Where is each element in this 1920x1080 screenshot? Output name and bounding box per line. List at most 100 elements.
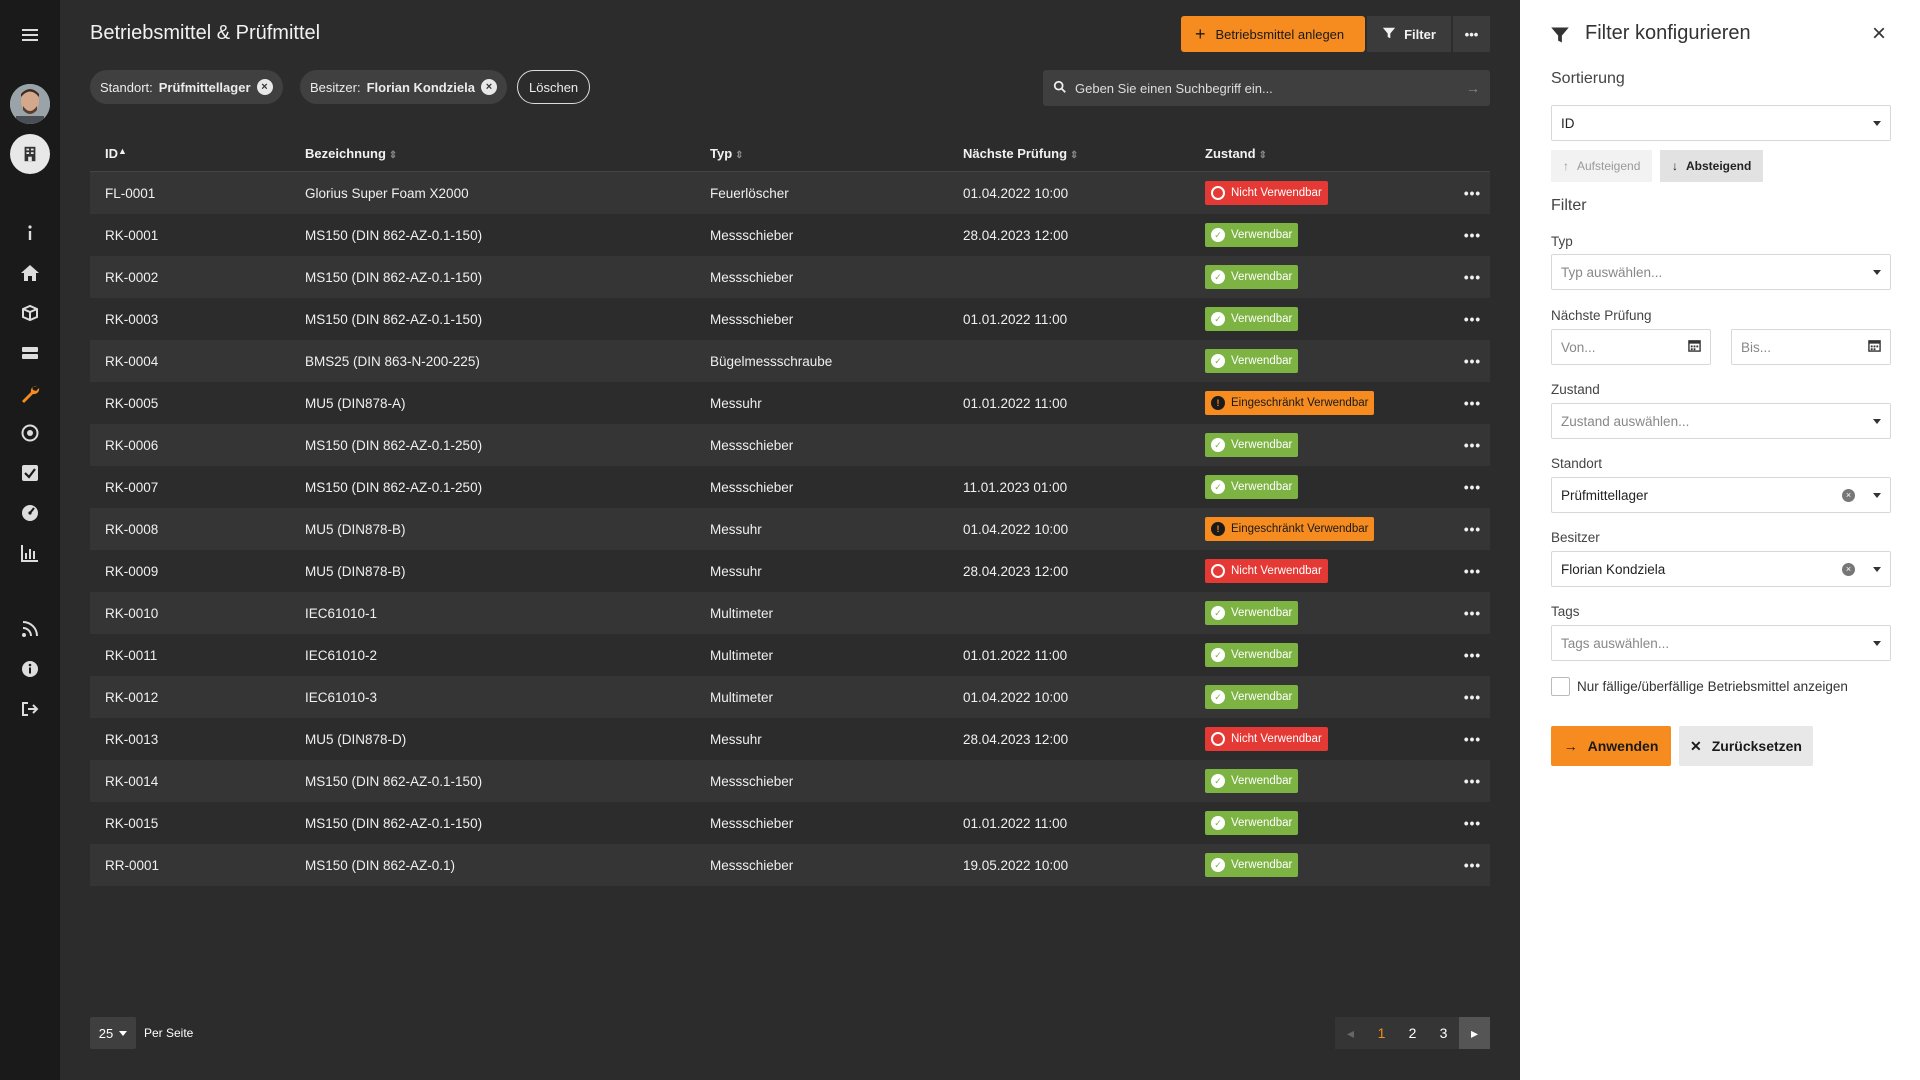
row-actions-button[interactable]: ••• xyxy=(1455,858,1490,873)
cell-typ: Messschieber xyxy=(710,479,794,495)
page-button[interactable]: 2 xyxy=(1397,1017,1428,1049)
sort-ascending-button[interactable]: ↑ Aufsteigend xyxy=(1551,150,1653,182)
row-actions-button[interactable]: ••• xyxy=(1455,270,1490,285)
row-actions-button[interactable]: ••• xyxy=(1455,186,1490,201)
row-actions-button[interactable]: ••• xyxy=(1455,606,1490,621)
row-actions-button[interactable]: ••• xyxy=(1455,774,1490,789)
menu-icon[interactable] xyxy=(0,24,60,46)
clear-filters-button[interactable]: Löschen xyxy=(517,70,591,104)
row-actions-button[interactable]: ••• xyxy=(1455,732,1490,747)
target-icon[interactable] xyxy=(0,422,60,444)
col-header-id[interactable]: ID▲ xyxy=(90,146,305,161)
next-page-icon[interactable]: ▸ xyxy=(1459,1017,1490,1049)
col-header-bezeichnung[interactable]: Bezeichnung ⇕ xyxy=(305,146,710,161)
row-actions-button[interactable]: ••• xyxy=(1455,690,1490,705)
filter-button[interactable]: Filter xyxy=(1367,16,1451,52)
remove-chip-icon[interactable]: × xyxy=(256,79,273,95)
check-circle-icon: ✓ xyxy=(1211,228,1225,242)
calendar-icon[interactable] xyxy=(1688,339,1701,355)
table-body: FL-0001 Glorius Super Foam X2000 Feuerlösc… xyxy=(90,172,1490,886)
apply-button[interactable]: → Anwenden xyxy=(1551,726,1671,766)
table-row[interactable]: RK-0015 MS150 (DIN 862-AZ-0.1-150) Messsch… xyxy=(90,802,1490,844)
col-header-zustand[interactable]: Zustand ⇕ xyxy=(1205,146,1455,161)
checkbox-icon[interactable] xyxy=(0,462,60,484)
wrench-icon[interactable] xyxy=(0,382,60,404)
search-icon xyxy=(1053,80,1067,97)
zustand-select[interactable]: Zustand auswählen... xyxy=(1551,403,1891,439)
typ-select[interactable]: Typ auswählen... xyxy=(1551,254,1891,290)
cell-id: RK-0009 xyxy=(105,563,159,579)
table-row[interactable]: RK-0003 MS150 (DIN 862-AZ-0.1-150) Messsch… xyxy=(90,298,1490,340)
table-row[interactable]: RK-0001 MS150 (DIN 862-AZ-0.1-150) Messsch… xyxy=(90,214,1490,256)
col-header-typ[interactable]: Typ ⇕ xyxy=(710,146,963,161)
row-actions-button[interactable]: ••• xyxy=(1455,354,1490,369)
cell-bezeichnung: MS150 (DIN 862-AZ-0.1-150) xyxy=(305,311,483,327)
ban-icon xyxy=(1211,564,1225,578)
table-row[interactable]: FL-0001 Glorius Super Foam X2000 Feuerlösc… xyxy=(90,172,1490,214)
prev-page-icon[interactable]: ◂ xyxy=(1335,1017,1366,1049)
row-actions-button[interactable]: ••• xyxy=(1455,816,1490,831)
page-button[interactable]: 3 xyxy=(1428,1017,1459,1049)
boxes-icon[interactable] xyxy=(0,302,60,324)
chip-value: Florian Kondziela xyxy=(366,79,475,95)
status-label: Eingeschränkt Verwendbar xyxy=(1231,523,1369,535)
table-row[interactable]: RK-0012 IEC61010-3 Multimeter 01.04.2022 10… xyxy=(90,676,1490,718)
gauge-icon[interactable] xyxy=(0,502,60,524)
reset-button[interactable]: ✕ Zurücksetzen xyxy=(1679,726,1813,766)
info-icon[interactable] xyxy=(0,222,60,244)
row-actions-button[interactable]: ••• xyxy=(1455,312,1490,327)
avatar[interactable] xyxy=(10,84,50,124)
cell-bezeichnung: IEC61010-1 xyxy=(305,605,378,621)
sort-descending-button[interactable]: ↓ Absteigend xyxy=(1660,150,1764,182)
create-button[interactable]: + Betriebsmittel anlegen xyxy=(1181,16,1365,52)
server-icon[interactable] xyxy=(0,342,60,364)
col-header-naechste-pruefung[interactable]: Nächste Prüfung ⇕ xyxy=(963,146,1205,161)
date-to-input[interactable]: Bis... xyxy=(1731,329,1891,365)
table-row[interactable]: RK-0006 MS150 (DIN 862-AZ-0.1-250) Messsch… xyxy=(90,424,1490,466)
building-icon[interactable] xyxy=(10,134,50,174)
status-badge: ! Eingeschränkt Verwendbar xyxy=(1205,391,1375,415)
row-actions-button[interactable]: ••• xyxy=(1455,438,1490,453)
due-only-checkbox[interactable] xyxy=(1551,677,1570,696)
table-row[interactable]: RR-0001 MS150 (DIN 862-AZ-0.1) Messschiebe… xyxy=(90,844,1490,886)
table-row[interactable]: RK-0007 MS150 (DIN 862-AZ-0.1-250) Messsch… xyxy=(90,466,1490,508)
remove-chip-icon[interactable]: × xyxy=(480,79,497,95)
arrow-right-icon[interactable]: → xyxy=(1466,80,1480,96)
search-input[interactable]: Geben Sie einen Suchbegriff ein... → xyxy=(1043,70,1490,106)
reset-button-label: Zurücksetzen xyxy=(1711,738,1802,754)
calendar-icon[interactable] xyxy=(1868,339,1881,355)
table-row[interactable]: RK-0008 MU5 (DIN878-B) Messuhr 01.04.2022 1… xyxy=(90,508,1490,550)
home-icon[interactable] xyxy=(0,262,60,284)
per-page-select[interactable]: 25 xyxy=(90,1017,136,1049)
table-row[interactable]: RK-0002 MS150 (DIN 862-AZ-0.1-150) Messsch… xyxy=(90,256,1490,298)
table-row[interactable]: RK-0009 MU5 (DIN878-B) Messuhr 28.04.2023 1… xyxy=(90,550,1490,592)
logout-icon[interactable] xyxy=(0,698,60,720)
date-from-input[interactable]: Von... xyxy=(1551,329,1711,365)
page-button[interactable]: 1 xyxy=(1366,1017,1397,1049)
row-actions-button[interactable]: ••• xyxy=(1455,648,1490,663)
besitzer-select[interactable]: Florian Kondziela × xyxy=(1551,551,1891,587)
table-row[interactable]: RK-0011 IEC61010-2 Multimeter 01.01.2022 11… xyxy=(90,634,1490,676)
clear-icon[interactable]: × xyxy=(1842,488,1855,502)
clear-icon[interactable]: × xyxy=(1842,562,1855,576)
standort-select[interactable]: Prüfmittellager × xyxy=(1551,477,1891,513)
table-row[interactable]: RK-0005 MU5 (DIN878-A) Messuhr 01.01.2022 1… xyxy=(90,382,1490,424)
table-row[interactable]: RK-0010 IEC61010-1 Multimeter ✓ Verwendbar ••… xyxy=(90,592,1490,634)
row-actions-button[interactable]: ••• xyxy=(1455,228,1490,243)
info-circle-icon[interactable] xyxy=(0,658,60,680)
tags-select[interactable]: Tags auswählen... xyxy=(1551,625,1891,661)
table-row[interactable]: RK-0014 MS150 (DIN 862-AZ-0.1-150) Messsch… xyxy=(90,760,1490,802)
status-label: Verwendbar xyxy=(1231,229,1293,241)
row-actions-button[interactable]: ••• xyxy=(1455,522,1490,537)
row-actions-button[interactable]: ••• xyxy=(1455,396,1490,411)
sort-field-select[interactable]: ID xyxy=(1551,105,1891,141)
more-actions-button[interactable]: ••• xyxy=(1453,16,1490,52)
chart-icon[interactable] xyxy=(0,542,60,564)
table-row[interactable]: RK-0004 BMS25 (DIN 863-N-200-225) Bügelmes… xyxy=(90,340,1490,382)
close-icon[interactable]: × xyxy=(1872,20,1886,48)
table-row[interactable]: RK-0013 MU5 (DIN878-D) Messuhr 28.04.2023 1… xyxy=(90,718,1490,760)
row-actions-button[interactable]: ••• xyxy=(1455,480,1490,495)
sort-icon: ⇕ xyxy=(388,150,398,161)
row-actions-button[interactable]: ••• xyxy=(1455,564,1490,579)
feed-icon[interactable] xyxy=(0,618,60,640)
